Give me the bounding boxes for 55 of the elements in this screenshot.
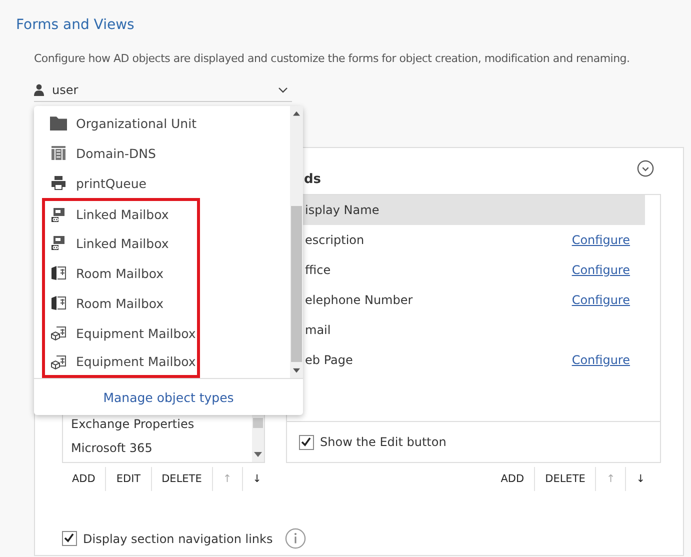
door-icon	[50, 295, 67, 311]
section-heading: ds	[304, 172, 322, 187]
field-name: eb Page	[305, 353, 353, 367]
collapse-icon[interactable]	[637, 160, 654, 177]
linked-mailbox-icon	[50, 235, 67, 251]
dropdown-item[interactable]: Linked Mailbox	[42, 198, 200, 228]
scroll-down-icon[interactable]	[293, 368, 300, 373]
toolbar-button[interactable]: DELETE	[150, 467, 212, 491]
door-icon	[50, 265, 67, 281]
person-icon	[34, 84, 44, 96]
manage-object-types-button[interactable]: Manage object types	[97, 388, 240, 406]
configure-link[interactable]: Configure	[572, 293, 630, 307]
toolbar-button[interactable]: ADD	[62, 467, 106, 491]
dropdown-item[interactable]: Equipment Mailbox	[42, 318, 200, 348]
scrollbar-thumb[interactable]	[291, 206, 302, 362]
list-item[interactable]: Exchange Properties	[63, 412, 252, 436]
chevron-down-icon	[278, 87, 288, 93]
field-name: mail	[305, 323, 331, 337]
printer-icon	[50, 175, 67, 191]
toolbar-button[interactable]: ↓	[625, 467, 655, 491]
field-name: ffice	[305, 263, 331, 277]
checkbox[interactable]	[62, 531, 77, 546]
dropdown-item[interactable]: Room Mailbox	[42, 258, 200, 288]
cube-icon	[50, 354, 67, 370]
info-icon[interactable]	[284, 528, 306, 549]
checkbox-label: Display section navigation links	[83, 532, 273, 546]
linked-mailbox-icon	[50, 206, 67, 222]
dropdown-item[interactable]: Domain-DNS	[34, 138, 290, 168]
scroll-down-icon[interactable]	[254, 452, 262, 457]
page-title: Forms and Views	[16, 16, 136, 35]
dropdown-item[interactable]: Room Mailbox	[42, 288, 200, 318]
list-item[interactable]: Microsoft 365	[63, 436, 252, 460]
cube-icon	[50, 325, 67, 341]
toolbar-button[interactable]: ADD	[490, 467, 534, 491]
dropdown-item[interactable]: Equipment Mailbox	[42, 348, 200, 378]
configure-link[interactable]: Configure	[572, 353, 630, 367]
server-rack-icon	[50, 145, 67, 161]
dropdown-item[interactable]: Linked Mailbox	[42, 228, 200, 258]
configure-link[interactable]: Configure	[572, 263, 630, 277]
toolbar-button[interactable]: DELETE	[534, 467, 596, 491]
field-name: isplay Name	[305, 203, 380, 217]
toolbar-button[interactable]: EDIT	[105, 467, 151, 491]
checkbox[interactable]	[299, 434, 314, 450]
object-type-select[interactable]: user	[34, 79, 292, 102]
field-name: elephone Number	[305, 293, 413, 307]
scrollbar-thumb[interactable]	[253, 418, 263, 428]
field-name: escription	[305, 233, 364, 247]
configure-link[interactable]: Configure	[572, 233, 630, 247]
dropdown-item[interactable]: printQueue	[34, 168, 290, 198]
toolbar-button[interactable]: ↓	[242, 467, 272, 491]
scroll-up-icon[interactable]	[293, 111, 300, 116]
description: Configure how AD objects are displayed and customize the forms for object creation, modification and renaming.	[34, 51, 631, 67]
folder-icon	[50, 115, 67, 131]
checkbox-label: Show the Edit button	[320, 435, 446, 449]
dropdown-item[interactable]: Organizational Unit	[34, 108, 290, 138]
